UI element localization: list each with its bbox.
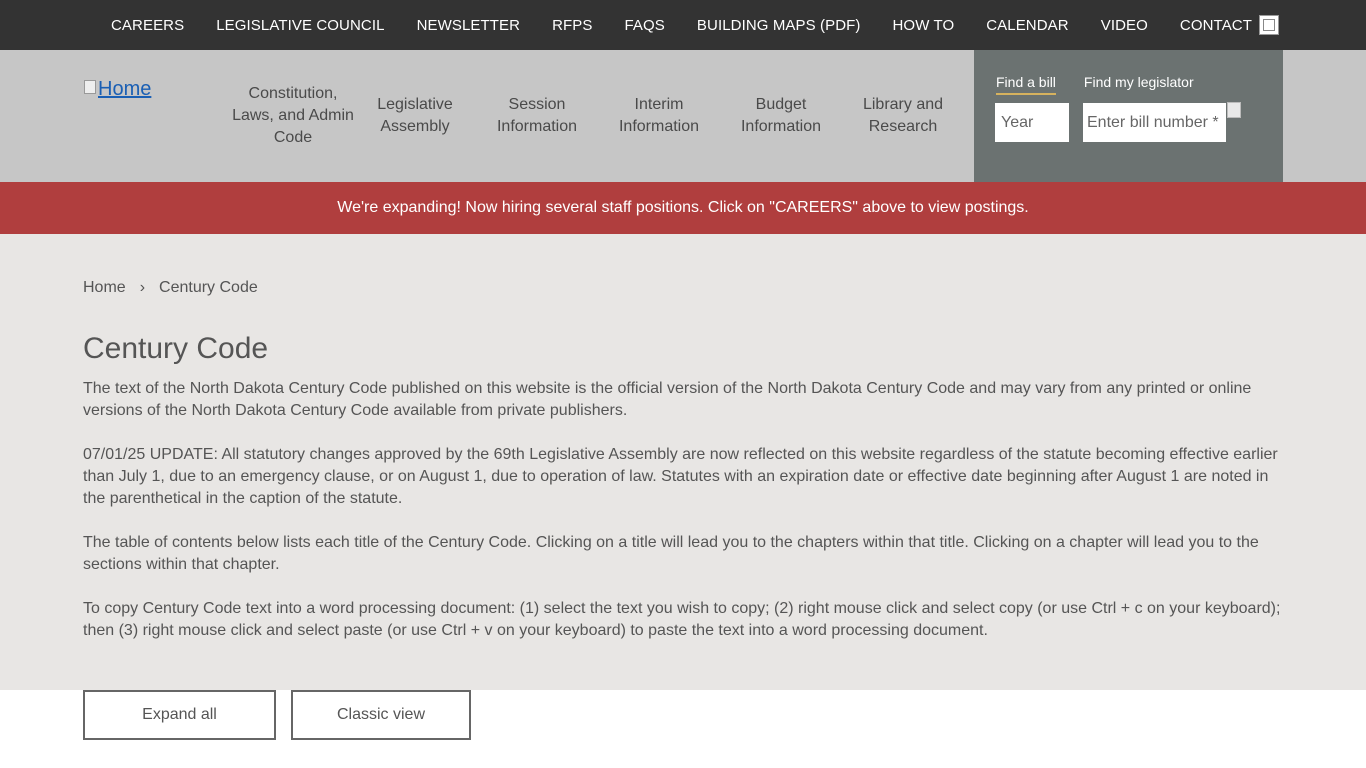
breadcrumb-current: Century Code	[159, 279, 258, 296]
topnav-faqs[interactable]: FAQS	[608, 17, 680, 34]
paragraph-copy-instructions: To copy Century Code text into a word pr…	[83, 600, 1281, 639]
tab-find-a-bill[interactable]: Find a bill	[996, 74, 1056, 95]
search-tabs: Find a bill Find my legislator	[996, 74, 1222, 95]
expand-all-button[interactable]: Expand all	[83, 690, 276, 740]
breadcrumb-separator: ›	[139, 279, 146, 296]
tab-find-my-legislator[interactable]: Find my legislator	[1084, 74, 1194, 95]
year-input[interactable]	[995, 103, 1069, 142]
broken-image-icon[interactable]	[1259, 15, 1279, 35]
home-logo-link[interactable]: Home	[84, 78, 174, 174]
nav-constitution-laws[interactable]: Constitution, Laws, and Admin Code	[232, 83, 354, 149]
nav-interim-information[interactable]: Interim Information	[598, 94, 720, 138]
paragraph-table-of-contents: The table of contents below lists each t…	[83, 534, 1259, 573]
classic-view-button[interactable]: Classic view	[291, 690, 471, 740]
bill-number-input[interactable]	[1083, 103, 1226, 142]
topnav-legislative-council[interactable]: LEGISLATIVE COUNCIL	[200, 17, 400, 34]
intro-text: The text of the North Dakota Century Cod…	[83, 378, 1283, 664]
search-icon	[1227, 102, 1241, 118]
nav-legislative-assembly[interactable]: Legislative Assembly	[354, 94, 476, 138]
topnav-careers[interactable]: CAREERS	[95, 17, 200, 34]
logo-alt-text: Home	[98, 78, 152, 100]
topnav-newsletter[interactable]: NEWSLETTER	[401, 17, 537, 34]
nav-budget-information[interactable]: Budget Information	[720, 94, 842, 138]
nav-library-research[interactable]: Library and Research	[842, 94, 964, 138]
topnav-contact[interactable]: CONTACT	[1164, 17, 1268, 34]
main-nav: Constitution, Laws, and Admin Code Legis…	[232, 50, 964, 182]
alert-text: We're expanding! Now hiring several staf…	[337, 199, 1029, 216]
top-utility-bar: CAREERS LEGISLATIVE COUNCIL NEWSLETTER R…	[0, 0, 1366, 50]
search-panel: Find a bill Find my legislator	[974, 50, 1283, 182]
top-nav: CAREERS LEGISLATIVE COUNCIL NEWSLETTER R…	[95, 0, 1268, 50]
breadcrumb: Home › Century Code	[83, 279, 258, 297]
nav-session-information[interactable]: Session Information	[476, 94, 598, 138]
topnav-building-maps[interactable]: BUILDING MAPS (PDF)	[681, 17, 877, 34]
topnav-rfps[interactable]: RFPS	[536, 17, 608, 34]
page-title: Century Code	[83, 332, 269, 365]
broken-image-icon	[84, 80, 96, 94]
topnav-video[interactable]: VIDEO	[1085, 17, 1164, 34]
search-submit-button[interactable]	[1227, 102, 1277, 142]
breadcrumb-home[interactable]: Home	[83, 279, 126, 297]
topnav-how-to[interactable]: HOW TO	[877, 17, 971, 34]
paragraph-update: 07/01/25 UPDATE: All statutory changes a…	[83, 446, 1278, 507]
alert-banner: We're expanding! Now hiring several staf…	[0, 182, 1366, 234]
main-content: Home › Century Code Century Code The tex…	[0, 234, 1366, 690]
topnav-calendar[interactable]: CALENDAR	[970, 17, 1085, 34]
paragraph-official-version: The text of the North Dakota Century Cod…	[83, 380, 1252, 419]
